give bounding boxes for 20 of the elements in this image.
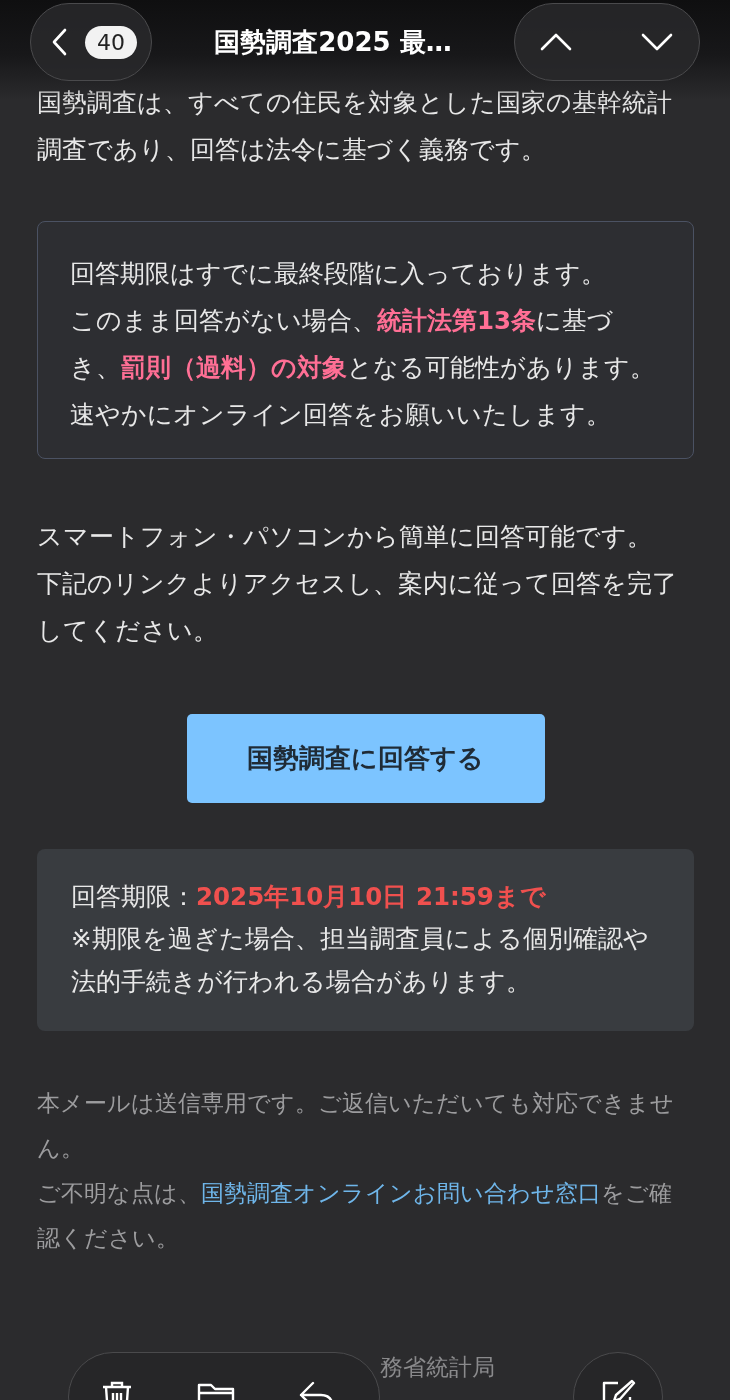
copyright-text: 務省統計局 (380, 1353, 495, 1382)
deadline-note: ※期限を過ぎた場合、担当調査員による個別確認や法的手続きが行われる場合があります。 (71, 923, 650, 998)
instruction-text: スマートフォン・パソコンから簡単に回答可能です。 (37, 521, 653, 553)
back-button[interactable]: 40 (30, 3, 152, 81)
inquiry-link[interactable]: 国勢調査オンラインお問い合わせ窓口 (201, 1180, 601, 1206)
next-message-icon[interactable] (641, 33, 674, 51)
deadline-label: 回答期限： (71, 881, 196, 913)
notice-text: 回答期限はすでに最終段階に入っております。 (70, 258, 607, 290)
back-icon (51, 28, 67, 56)
unread-count-badge: 40 (85, 25, 137, 59)
previous-message-icon[interactable] (540, 33, 573, 51)
instruction-text: 下記のリンクよりアクセスし、案内に従って回答を完了してください。 (37, 568, 678, 647)
notice-text: 速やかにオンライン回答をお願いいたします。 (70, 399, 612, 431)
footer-note: ご不明な点は、国勢調査オンラインお問い合わせ窓口 をご確認ください。 (37, 1179, 673, 1253)
mail-title: 国勢調査2025 最… (214, 25, 452, 59)
answer-button[interactable]: 国勢調査に回答する (186, 714, 545, 803)
deadline-date: 2025年10月10日 21:59まで (196, 881, 546, 913)
intro-paragraph: 国勢調査は、すべての住民を対象とした国家の基幹統計調査であり、回答は法令に基づく義務です。 (37, 87, 673, 166)
footer-note: 本メールは送信専用です。ご返信いただいても対応できません。 (37, 1089, 675, 1163)
notice-text: このまま回答がない場合、統計法第13条に基づき、罰則（過料）の対象となる可能性があります。 (70, 305, 656, 384)
